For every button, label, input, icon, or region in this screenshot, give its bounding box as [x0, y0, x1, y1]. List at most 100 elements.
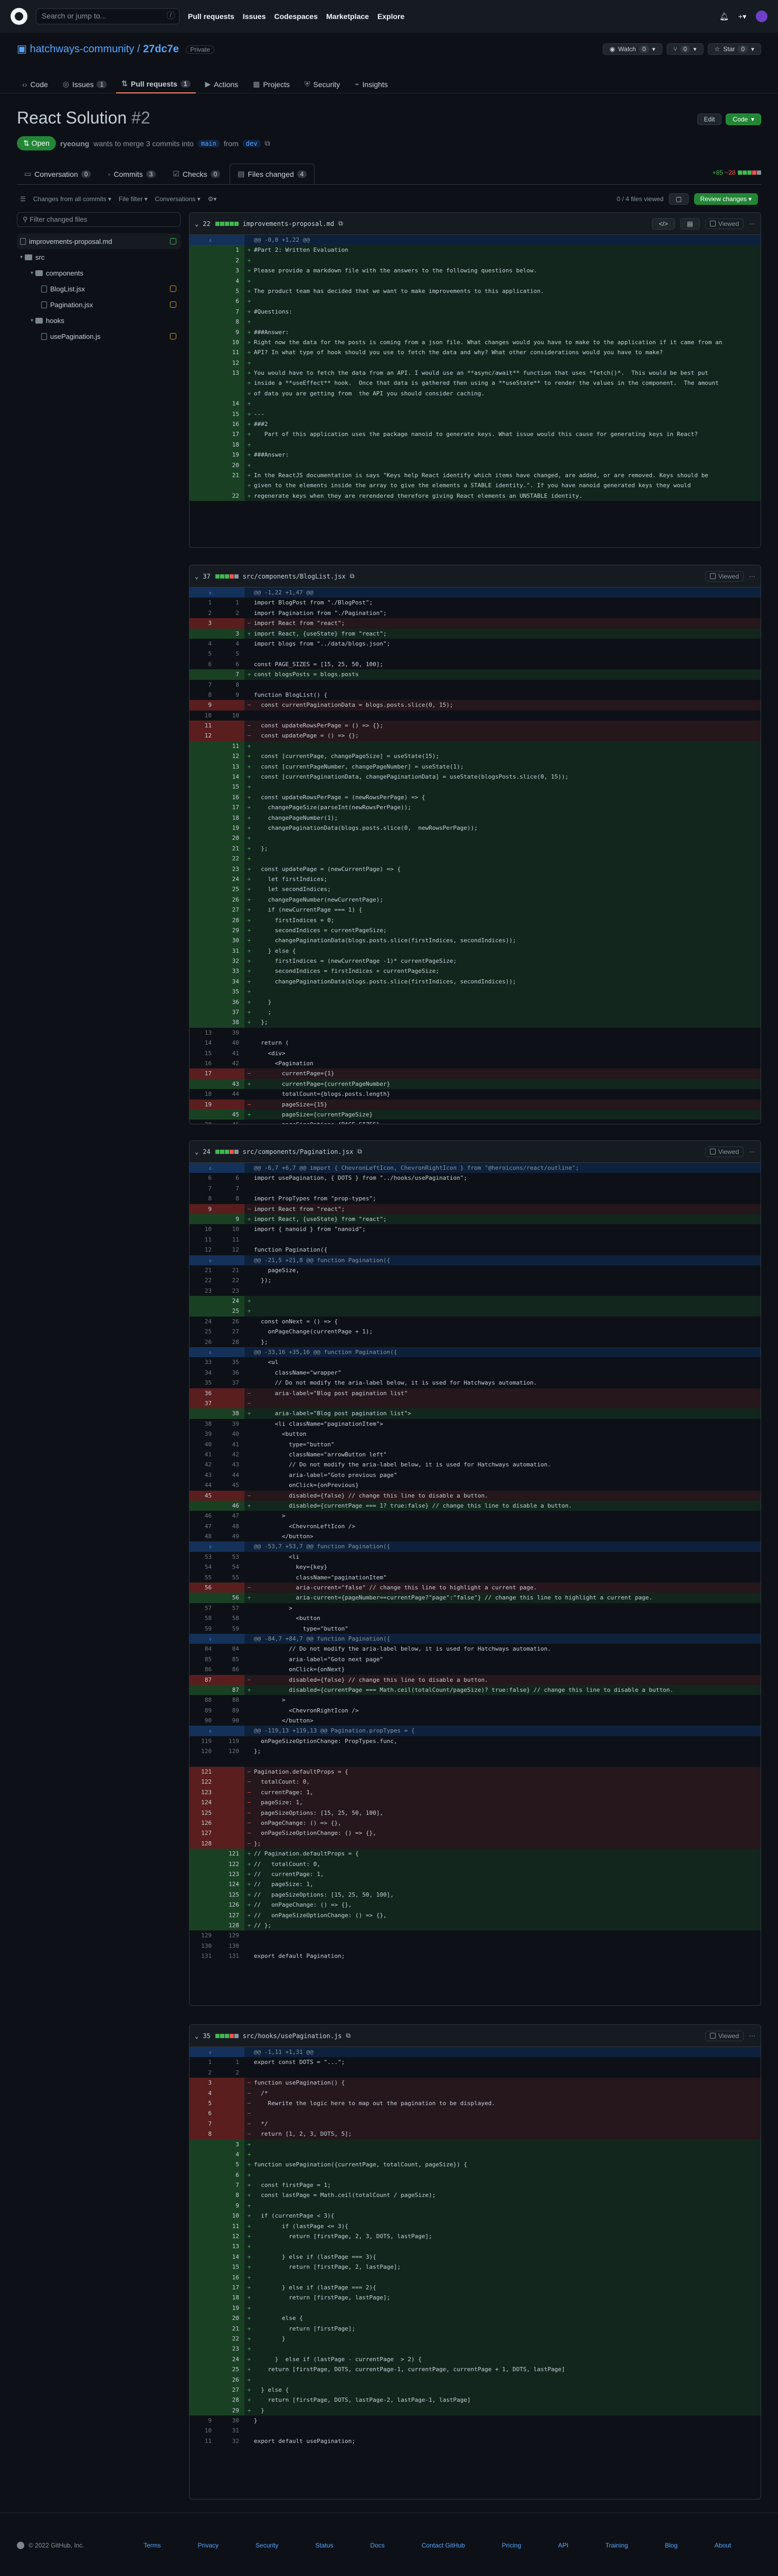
display-rich-diff-button[interactable]: ▤ — [680, 217, 700, 230]
kebab-menu-icon[interactable]: ⋯ — [749, 220, 755, 228]
github-logo-icon[interactable] — [11, 8, 27, 25]
comment-icon[interactable]: ▢ — [669, 193, 689, 205]
watch-button[interactable]: ◉ Watch 0 ▾ — [602, 43, 662, 55]
diff-line: 4 − /* — [189, 2088, 761, 2098]
diff-sign — [244, 1265, 254, 1275]
viewed-checkbox[interactable]: Viewed — [705, 218, 744, 229]
old-line-number: 130 — [201, 1942, 212, 1949]
tab-actions[interactable]: ▶ Actions — [200, 75, 244, 93]
search-input[interactable]: Search or jump to... / — [36, 8, 179, 24]
viewed-checkbox[interactable]: Viewed — [705, 571, 744, 582]
footer-link[interactable]: Pricing — [502, 2542, 521, 2549]
copy-path-icon[interactable]: ⧉ — [357, 1148, 362, 1156]
file-filter-dropdown[interactable]: File filter ▾ — [119, 195, 148, 203]
tab-issues[interactable]: ◎ Issues 1 — [58, 75, 112, 93]
footer-link[interactable]: Contact GitHub — [422, 2542, 465, 2549]
base-branch[interactable]: main — [197, 139, 220, 147]
hunk-header[interactable]: ⇕ @@ -119,13 +119,13 @@ Pagination.propTy… — [189, 1726, 761, 1736]
diff-line: 122 − totalCount: 0, — [189, 1777, 761, 1787]
new-line-number: 22 — [217, 2333, 244, 2344]
file-path[interactable]: improvements-proposal.md — [243, 220, 334, 228]
file-icon — [41, 301, 47, 308]
footer-link[interactable]: Docs — [370, 2542, 384, 2549]
tab-pull-requests[interactable]: ⇅ Pull requests 1 — [116, 75, 196, 93]
tree-item[interactable]: usePagination.js — [17, 328, 181, 344]
collapse-chevron-icon[interactable]: ⌄ — [195, 1148, 198, 1156]
header-nav-item[interactable]: Pull requests — [188, 12, 234, 21]
collapse-chevron-icon[interactable]: ⌄ — [195, 2032, 198, 2040]
pr-author[interactable]: ryeoung — [60, 139, 89, 148]
file-path[interactable]: src/hooks/usePagination.js — [243, 2032, 342, 2040]
changes-dropdown[interactable]: Changes from all commits ▾ — [33, 195, 111, 203]
pr-tab-label: Conversation — [34, 169, 78, 178]
kebab-menu-icon[interactable]: ⋯ — [749, 1148, 755, 1156]
file-path[interactable]: src/components/Pagination.jsx — [243, 1148, 354, 1156]
header-nav-item[interactable]: Marketplace — [326, 12, 369, 21]
kebab-menu-icon[interactable]: ⋯ — [749, 573, 755, 580]
tab-projects[interactable]: ▦ Projects — [248, 75, 295, 93]
fork-button[interactable]: ⑂ 0 ▾ — [666, 43, 704, 55]
copy-icon[interactable]: ⧉ — [265, 139, 270, 148]
tree-item[interactable]: ▾ components — [17, 265, 181, 281]
file-path[interactable]: src/components/BlogList.jsx — [243, 573, 346, 580]
footer-link[interactable]: Terms — [144, 2542, 161, 2549]
tree-item[interactable]: ▾ src — [17, 249, 181, 265]
header-nav-item[interactable]: Issues — [243, 12, 266, 21]
tab-code[interactable]: ‹› Code — [17, 75, 53, 93]
tab-security[interactable]: ⛨ Security — [299, 75, 345, 93]
avatar[interactable] — [756, 11, 767, 22]
hunk-header[interactable]: ⇕ @@ -21,5 +21,8 @@ function Pagination({ — [189, 1255, 761, 1265]
old-line-number: 8 — [208, 1195, 212, 1202]
display-source-button[interactable]: </> — [652, 217, 675, 230]
footer-link[interactable]: Privacy — [198, 2542, 219, 2549]
settings-gear-icon[interactable]: ⚙▾ — [208, 195, 217, 203]
hunk-header[interactable]: ⇕ @@ -53,7 +53,7 @@ function Pagination({ — [189, 1541, 761, 1552]
bell-icon[interactable]: 🔔︎ — [719, 12, 729, 21]
copy-path-icon[interactable]: ⧉ — [346, 2032, 351, 2040]
pr-tab-conversation[interactable]: ▭ Conversation 0 — [17, 164, 98, 184]
viewed-checkbox[interactable]: Viewed — [705, 2030, 744, 2041]
viewed-checkbox[interactable]: Viewed — [705, 1146, 744, 1157]
tree-item[interactable]: Pagination.jsx — [17, 297, 181, 312]
footer-link[interactable]: Blog — [665, 2542, 678, 2549]
footer-link[interactable]: Status — [315, 2542, 333, 2549]
tree-item[interactable]: ▾ hooks — [17, 312, 181, 328]
pr-tab-files-changed[interactable]: ▤ Files changed 4 — [230, 164, 315, 184]
collapse-chevron-icon[interactable]: ⌄ — [195, 220, 198, 228]
review-changes-button[interactable]: Review changes ▾ — [694, 193, 758, 205]
copy-path-icon[interactable]: ⧉ — [350, 572, 355, 580]
collapse-chevron-icon[interactable]: ⌄ — [195, 573, 198, 580]
head-branch[interactable]: dev — [242, 139, 261, 147]
footer-link[interactable]: Training — [605, 2542, 628, 2549]
footer-link[interactable]: API — [558, 2542, 568, 2549]
hunk-header[interactable]: ⇕ @@ -84,7 +84,7 @@ function Pagination({ — [189, 1633, 761, 1644]
tab-insights[interactable]: ⌁ Insights — [349, 75, 393, 93]
conversations-dropdown[interactable]: Conversations ▾ — [155, 195, 201, 203]
file-tree-toggle-icon[interactable]: ☰ — [20, 195, 26, 203]
hunk-header[interactable]: ⇕ @@ -33,16 +35,16 @@ function Pagination… — [189, 1347, 761, 1358]
repo-owner-link[interactable]: hatchways-community — [30, 43, 134, 55]
repo-name-link[interactable]: 27dc7e — [143, 43, 179, 55]
hunk-header[interactable]: ⇕ @@ -1,22 +1,47 @@ — [189, 588, 761, 598]
plus-icon[interactable]: +▾ — [738, 12, 746, 21]
pr-tab-commits[interactable]: ◦ Commits 3 — [100, 164, 163, 184]
hunk-header[interactable]: ⇕ @@ -0,0 +1,22 @@ — [189, 235, 761, 245]
filter-changed-files-input[interactable]: ⚲ Filter changed files — [17, 212, 181, 227]
tree-item[interactable]: BlogList.jsx — [17, 281, 181, 297]
kebab-menu-icon[interactable]: ⋯ — [749, 2032, 755, 2040]
footer-link[interactable]: About — [715, 2542, 731, 2549]
hunk-header[interactable]: ⇕ @@ -6,7 +6,7 @@ import { ChevronLeftIco… — [189, 1163, 761, 1173]
star-button[interactable]: ☆ Star 0 ▾ — [707, 43, 761, 55]
pr-tab-checks[interactable]: ☑ Checks 0 — [165, 164, 227, 184]
edit-button[interactable]: Edit — [697, 113, 722, 125]
footer-link[interactable]: Security — [255, 2542, 278, 2549]
copy-path-icon[interactable]: ⧉ — [338, 220, 343, 228]
hunk-header[interactable]: ⇕ @@ -1,11 +1,31 @@ — [189, 2047, 761, 2058]
code-button[interactable]: Code ▾ — [726, 113, 761, 125]
header-nav-item[interactable]: Explore — [377, 12, 404, 21]
tree-item[interactable]: improvements-proposal.md — [17, 233, 181, 249]
header-nav-item[interactable]: Codespaces — [274, 12, 318, 21]
new-line-number: 9 — [217, 327, 244, 337]
